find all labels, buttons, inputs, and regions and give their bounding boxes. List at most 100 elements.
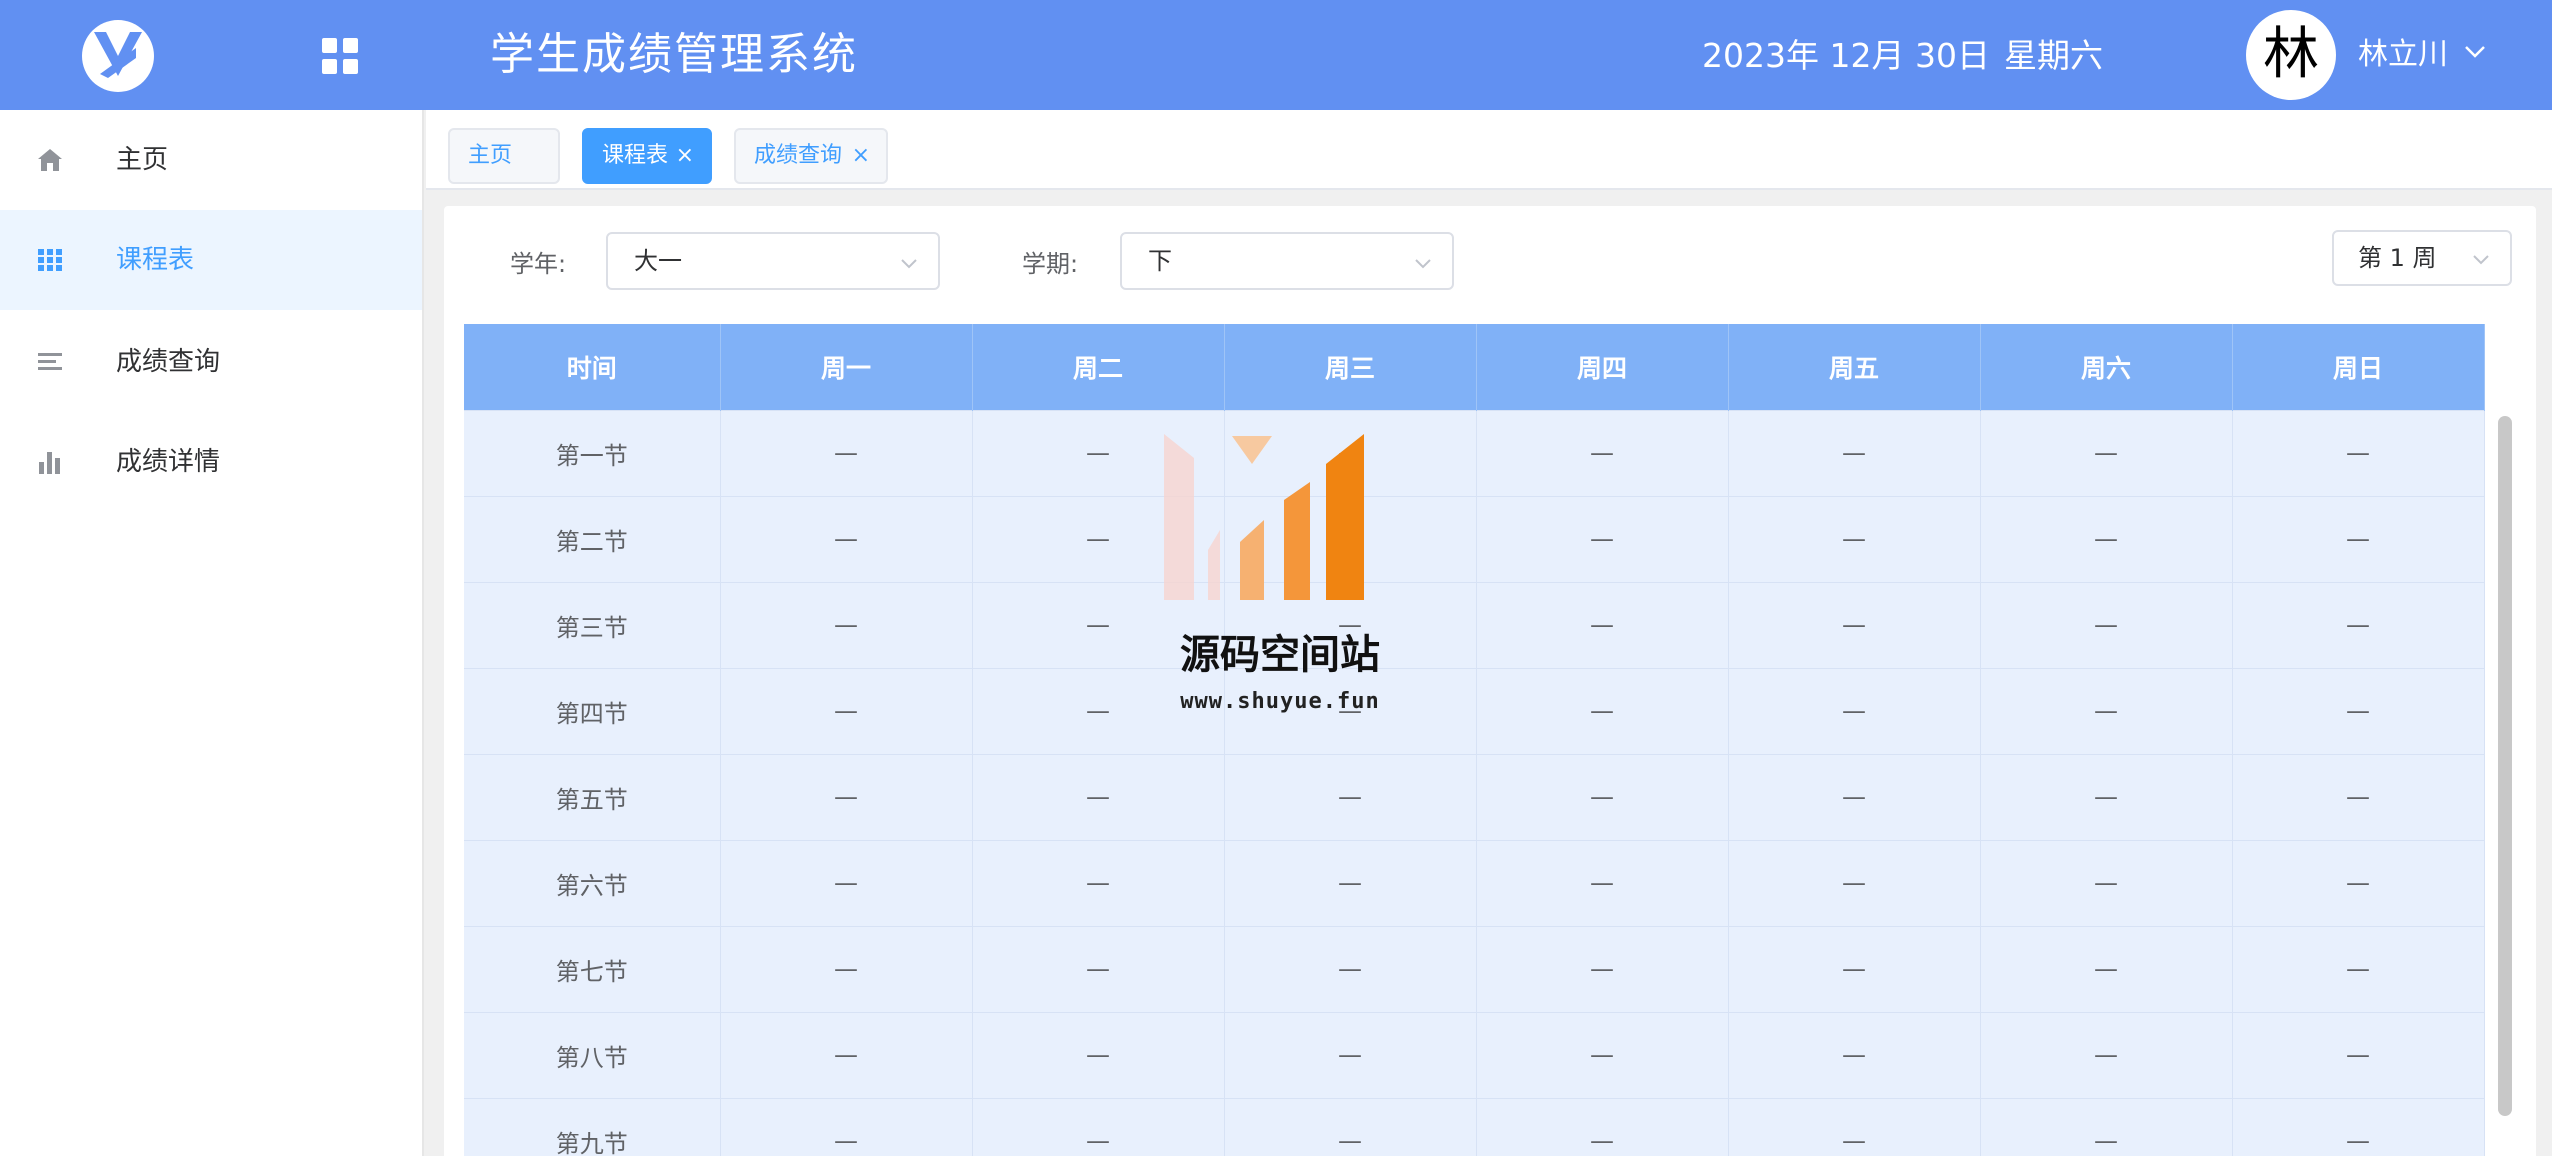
schedule-cell: — [2232, 667, 2485, 754]
term-label: 学期: [1022, 250, 1079, 278]
period-label: 第四节 [464, 667, 721, 754]
table-row: 第六节 — — — — — — — [464, 839, 2485, 926]
period-label: 第七节 [464, 925, 721, 1012]
watermark-logo-icon [1164, 434, 1364, 600]
table-row: 第九节 — — — — — — — [464, 1097, 2485, 1156]
tab-label: 成绩查询 [754, 143, 843, 168]
period-label: 第八节 [464, 1011, 721, 1098]
chevron-down-icon[interactable] [2462, 38, 2488, 64]
sidebar-item-schedule[interactable]: 课程表 [0, 210, 422, 310]
bar-chart-icon [39, 452, 60, 474]
schedule-cell: — [720, 667, 973, 754]
sidebar-item-grade-detail[interactable]: 成绩详情 [0, 412, 422, 512]
table-row: 第五节 — — — — — — — [464, 753, 2485, 840]
table-row: 第七节 — — — — — — — [464, 925, 2485, 1012]
schedule-cell: — [1728, 495, 1981, 582]
schedule-cell: — [720, 581, 973, 668]
schedule-cell: — [1728, 409, 1981, 496]
week-select-value: 第 1 周 [2358, 244, 2437, 272]
schedule-cell: — [972, 1011, 1225, 1098]
term-select[interactable]: 下 [1120, 232, 1454, 290]
period-label: 第一节 [464, 409, 721, 496]
schedule-cell: — [1476, 409, 1729, 496]
chevron-down-icon [901, 259, 917, 269]
schedule-cell: — [1980, 1097, 2233, 1156]
app-title: 学生成绩管理系统 [490, 29, 858, 80]
schedule-cell: — [2232, 1097, 2485, 1156]
column-header: 周一 [720, 324, 973, 410]
table-header-row: 时间 周一 周二 周三 周四 周五 周六 周日 [464, 324, 2485, 410]
schedule-cell: — [720, 753, 973, 840]
schedule-cell: — [1728, 581, 1981, 668]
tab-grade-query[interactable]: 成绩查询 × [734, 128, 888, 184]
schedule-cell: — [2232, 495, 2485, 582]
schedule-cell: — [1728, 925, 1981, 1012]
schedule-cell: — [1980, 495, 2233, 582]
close-icon[interactable]: × [852, 130, 870, 182]
period-label: 第五节 [464, 753, 721, 840]
schedule-cell: — [1980, 409, 2233, 496]
schedule-cell: — [1728, 839, 1981, 926]
schedule-cell: — [1728, 753, 1981, 840]
tab-label: 主页 [468, 143, 513, 168]
watermark-title: 源码空间站 [1180, 632, 1380, 678]
schedule-cell: — [1728, 1011, 1981, 1098]
week-select[interactable]: 第 1 周 [2332, 230, 2512, 286]
period-label: 第六节 [464, 839, 721, 926]
schedule-cell: — [2232, 581, 2485, 668]
grid-icon [38, 249, 62, 271]
menu-toggle-grid-icon[interactable] [322, 38, 360, 76]
table-row: 第四节 — — — — — — — [464, 667, 2485, 754]
term-select-value: 下 [1148, 247, 1172, 275]
sidebar-nav: 主页 课程表 成绩查询 成绩详情 [0, 110, 424, 1156]
year-select-value: 大一 [634, 247, 682, 275]
schedule-card: 学年: 大一 学期: 下 第 1 周 时间 周一 周二 周三 周四 周五 周六 … [444, 206, 2536, 1156]
tab-schedule[interactable]: 课程表 × [582, 128, 712, 184]
schedule-cell: — [2232, 925, 2485, 1012]
column-header: 周三 [1224, 324, 1477, 410]
year-select[interactable]: 大一 [606, 232, 940, 290]
tab-label: 课程表 [602, 143, 669, 168]
sidebar-item-grade-query[interactable]: 成绩查询 [0, 312, 422, 412]
current-date: 2023年 12月 30日 [1702, 36, 1990, 75]
schedule-table-wrapper: 时间 周一 周二 周三 周四 周五 周六 周日 第一节———————第二节———… [464, 324, 2516, 1156]
sidebar-item-label: 成绩详情 [116, 447, 221, 477]
sidebar-item-label: 课程表 [116, 245, 195, 275]
vertical-scrollbar[interactable] [2498, 416, 2512, 1116]
schedule-cell: — [1476, 581, 1729, 668]
schedule-cell: — [1980, 1011, 2233, 1098]
schedule-cell: — [1980, 925, 2233, 1012]
schedule-cell: — [1728, 667, 1981, 754]
schedule-cell: — [1224, 925, 1477, 1012]
schedule-table-body: 第一节———————第二节———————第三节———————第四节———————… [464, 409, 2485, 1156]
tab-home[interactable]: 主页 [448, 128, 560, 184]
avatar[interactable]: 林 [2246, 10, 2336, 100]
tabs-bar: 主页 课程表 × 成绩查询 × [426, 110, 2552, 190]
column-header: 周六 [1980, 324, 2233, 410]
schedule-cell: — [720, 839, 973, 926]
close-icon[interactable]: × [676, 130, 694, 182]
schedule-cell: — [1476, 667, 1729, 754]
schedule-cell: — [972, 925, 1225, 1012]
schedule-cell: — [1476, 925, 1729, 1012]
schedule-cell: — [1476, 753, 1729, 840]
schedule-cell: — [2232, 1011, 2485, 1098]
watermark-url: www.shuyue.fun [1180, 689, 1380, 714]
schedule-table: 时间 周一 周二 周三 周四 周五 周六 周日 第一节———————第二节———… [464, 324, 2485, 1156]
list-icon [38, 353, 62, 370]
schedule-cell: — [1476, 1097, 1729, 1156]
sidebar-item-home[interactable]: 主页 [0, 110, 422, 210]
schedule-cell: — [972, 753, 1225, 840]
table-row: 第一节——————— [464, 409, 2485, 496]
watermark: 源码空间站 www.shuyue.fun [1160, 430, 1400, 730]
schedule-cell: — [1980, 667, 2233, 754]
period-label: 第九节 [464, 1097, 721, 1156]
schedule-cell: — [1980, 581, 2233, 668]
schedule-cell: — [1224, 1011, 1477, 1098]
table-row: 第八节 — — — — — — — [464, 1011, 2485, 1098]
schedule-cell: — [2232, 409, 2485, 496]
schedule-cell: — [720, 1097, 973, 1156]
user-name-dropdown[interactable]: 林立川 [2358, 34, 2448, 76]
schedule-cell: — [720, 925, 973, 1012]
schedule-cell: — [972, 839, 1225, 926]
